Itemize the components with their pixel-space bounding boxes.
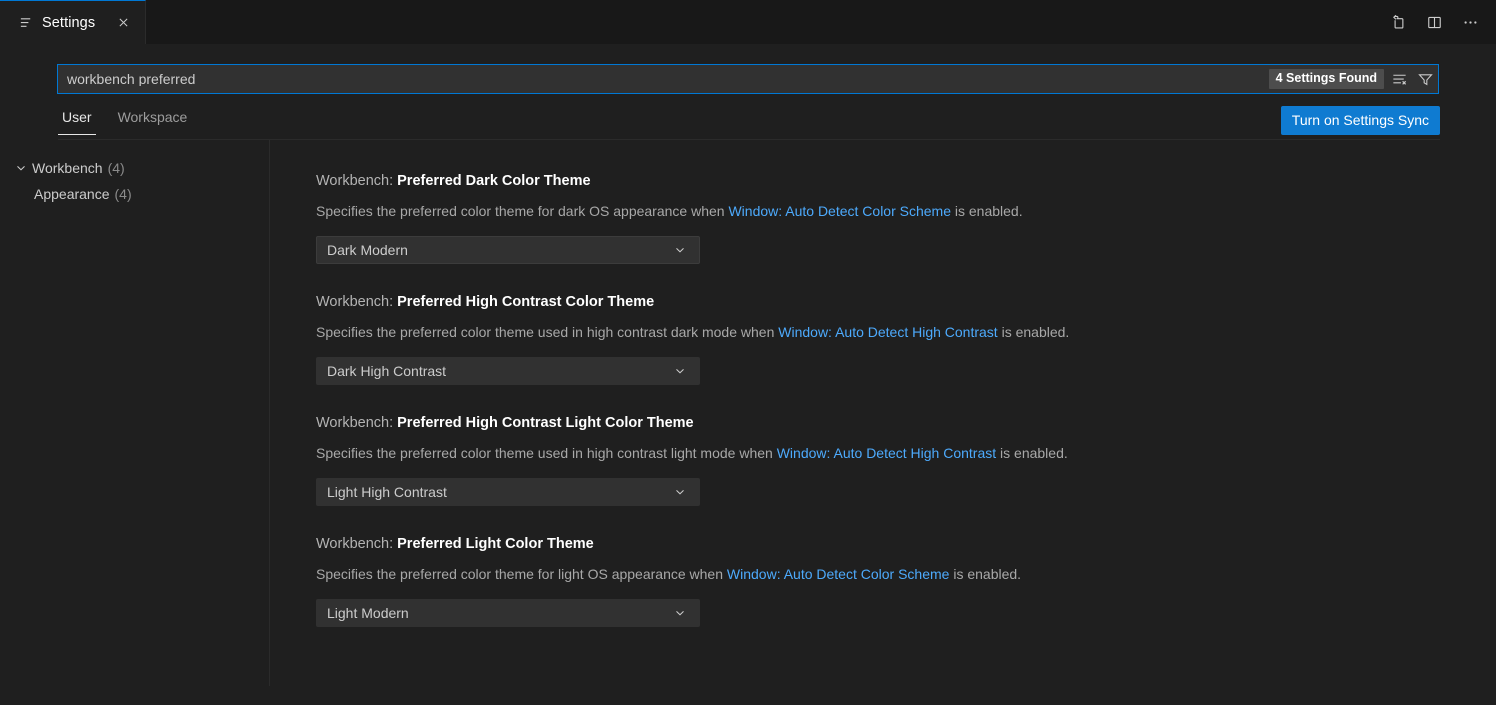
setting-category: Workbench:	[316, 173, 397, 189]
settings-header: workbench preferred 4 Settings Found Use…	[0, 44, 1496, 140]
toc-item-appearance-count: (4)	[115, 186, 132, 202]
setting-row-preferred-light-color-theme: Workbench: Preferred Light Color Theme S…	[316, 506, 1496, 627]
setting-description-after: is enabled.	[996, 445, 1068, 461]
setting-row-preferred-high-contrast-light-color-theme: Workbench: Preferred High Contrast Light…	[316, 385, 1496, 506]
setting-name: Preferred High Contrast Light Color Them…	[397, 415, 693, 431]
setting-category: Workbench:	[316, 294, 397, 310]
filter-settings-icon[interactable]	[1412, 66, 1438, 92]
setting-row-preferred-dark-color-theme: Workbench: Preferred Dark Color Theme Sp…	[316, 140, 1496, 264]
setting-row-preferred-high-contrast-color-theme: Workbench: Preferred High Contrast Color…	[316, 264, 1496, 385]
split-editor-icon[interactable]	[1420, 8, 1448, 36]
setting-dropdown-value: Light High Contrast	[327, 484, 671, 500]
settings-body: Workbench (4) Appearance (4) Workbench: …	[0, 140, 1496, 686]
setting-description: Specifies the preferred color theme for …	[316, 564, 1496, 584]
setting-category: Workbench:	[316, 536, 397, 552]
toc-item-appearance-label: Appearance	[34, 186, 110, 202]
open-changes-icon[interactable]	[1384, 8, 1412, 36]
setting-title: Workbench: Preferred Light Color Theme	[316, 534, 1496, 554]
setting-description-before: Specifies the preferred color theme for …	[316, 203, 728, 219]
setting-description-after: is enabled.	[949, 566, 1021, 582]
settings-list: Workbench: Preferred Dark Color Theme Sp…	[270, 140, 1496, 686]
setting-dropdown-value: Light Modern	[327, 605, 671, 621]
setting-description-link[interactable]: Window: Auto Detect Color Scheme	[727, 566, 950, 582]
turn-on-settings-sync-button[interactable]: Turn on Settings Sync	[1281, 106, 1440, 135]
setting-dropdown-value: Dark Modern	[327, 242, 671, 258]
clear-settings-search-icon[interactable]	[1386, 66, 1412, 92]
setting-dropdown-preferred-high-contrast-light-color-theme[interactable]: Light High Contrast	[316, 478, 700, 506]
settings-search-row: workbench preferred 4 Settings Found	[0, 44, 1496, 94]
results-count-badge: 4 Settings Found	[1269, 69, 1384, 89]
setting-description-after: is enabled.	[951, 203, 1023, 219]
setting-description: Specifies the preferred color theme for …	[316, 201, 1496, 221]
setting-dropdown-preferred-high-contrast-color-theme[interactable]: Dark High Contrast	[316, 357, 700, 385]
toc-item-workbench-count: (4)	[108, 160, 125, 176]
setting-description: Specifies the preferred color theme used…	[316, 443, 1496, 463]
setting-name: Preferred Dark Color Theme	[397, 173, 590, 189]
search-input[interactable]: workbench preferred 4 Settings Found	[57, 64, 1439, 94]
tab-label: Settings	[42, 15, 95, 31]
chevron-down-icon	[671, 604, 689, 622]
tab-user[interactable]: User	[58, 109, 96, 134]
setting-title: Workbench: Preferred High Contrast Light…	[316, 413, 1496, 433]
tab-settings[interactable]: Settings	[0, 0, 146, 44]
setting-category: Workbench:	[316, 415, 397, 431]
close-icon[interactable]	[113, 13, 133, 33]
setting-description-link[interactable]: Window: Auto Detect High Contrast	[777, 445, 996, 461]
tab-workspace[interactable]: Workspace	[114, 109, 192, 134]
setting-description-after: is enabled.	[998, 324, 1070, 340]
setting-title: Workbench: Preferred Dark Color Theme	[316, 171, 1496, 191]
chevron-down-icon[interactable]	[10, 157, 32, 179]
setting-title: Workbench: Preferred High Contrast Color…	[316, 292, 1496, 312]
toc-item-workbench-label: Workbench	[32, 160, 103, 176]
tab-user-label: User	[62, 109, 92, 125]
toc-item-workbench[interactable]: Workbench (4)	[0, 155, 269, 181]
setting-description-link[interactable]: Window: Auto Detect Color Scheme	[728, 203, 951, 219]
tab-workspace-label: Workspace	[118, 109, 188, 125]
setting-description-before: Specifies the preferred color theme for …	[316, 566, 727, 582]
setting-dropdown-preferred-dark-color-theme[interactable]: Dark Modern	[316, 236, 700, 264]
setting-dropdown-value: Dark High Contrast	[327, 363, 671, 379]
chevron-down-icon	[671, 241, 689, 259]
settings-lines-icon	[18, 15, 34, 31]
setting-dropdown-preferred-light-color-theme[interactable]: Light Modern	[316, 599, 700, 627]
editor-actions	[1384, 0, 1496, 44]
toc-item-appearance[interactable]: Appearance (4)	[0, 181, 269, 207]
chevron-down-icon	[671, 362, 689, 380]
setting-name: Preferred Light Color Theme	[397, 536, 594, 552]
setting-description: Specifies the preferred color theme used…	[316, 322, 1496, 342]
settings-table-of-contents: Workbench (4) Appearance (4)	[0, 140, 270, 686]
chevron-down-icon	[671, 483, 689, 501]
tab-bar-empty-space	[146, 0, 1384, 44]
setting-description-before: Specifies the preferred color theme used…	[316, 445, 777, 461]
more-actions-icon[interactable]	[1456, 8, 1484, 36]
setting-description-before: Specifies the preferred color theme used…	[316, 324, 778, 340]
setting-name: Preferred High Contrast Color Theme	[397, 294, 654, 310]
settings-scope-tabs: User Workspace Turn on Settings Sync	[58, 94, 1440, 140]
setting-description-link[interactable]: Window: Auto Detect High Contrast	[778, 324, 997, 340]
search-input-value[interactable]: workbench preferred	[58, 72, 1269, 86]
editor-tab-bar: Settings	[0, 0, 1496, 44]
